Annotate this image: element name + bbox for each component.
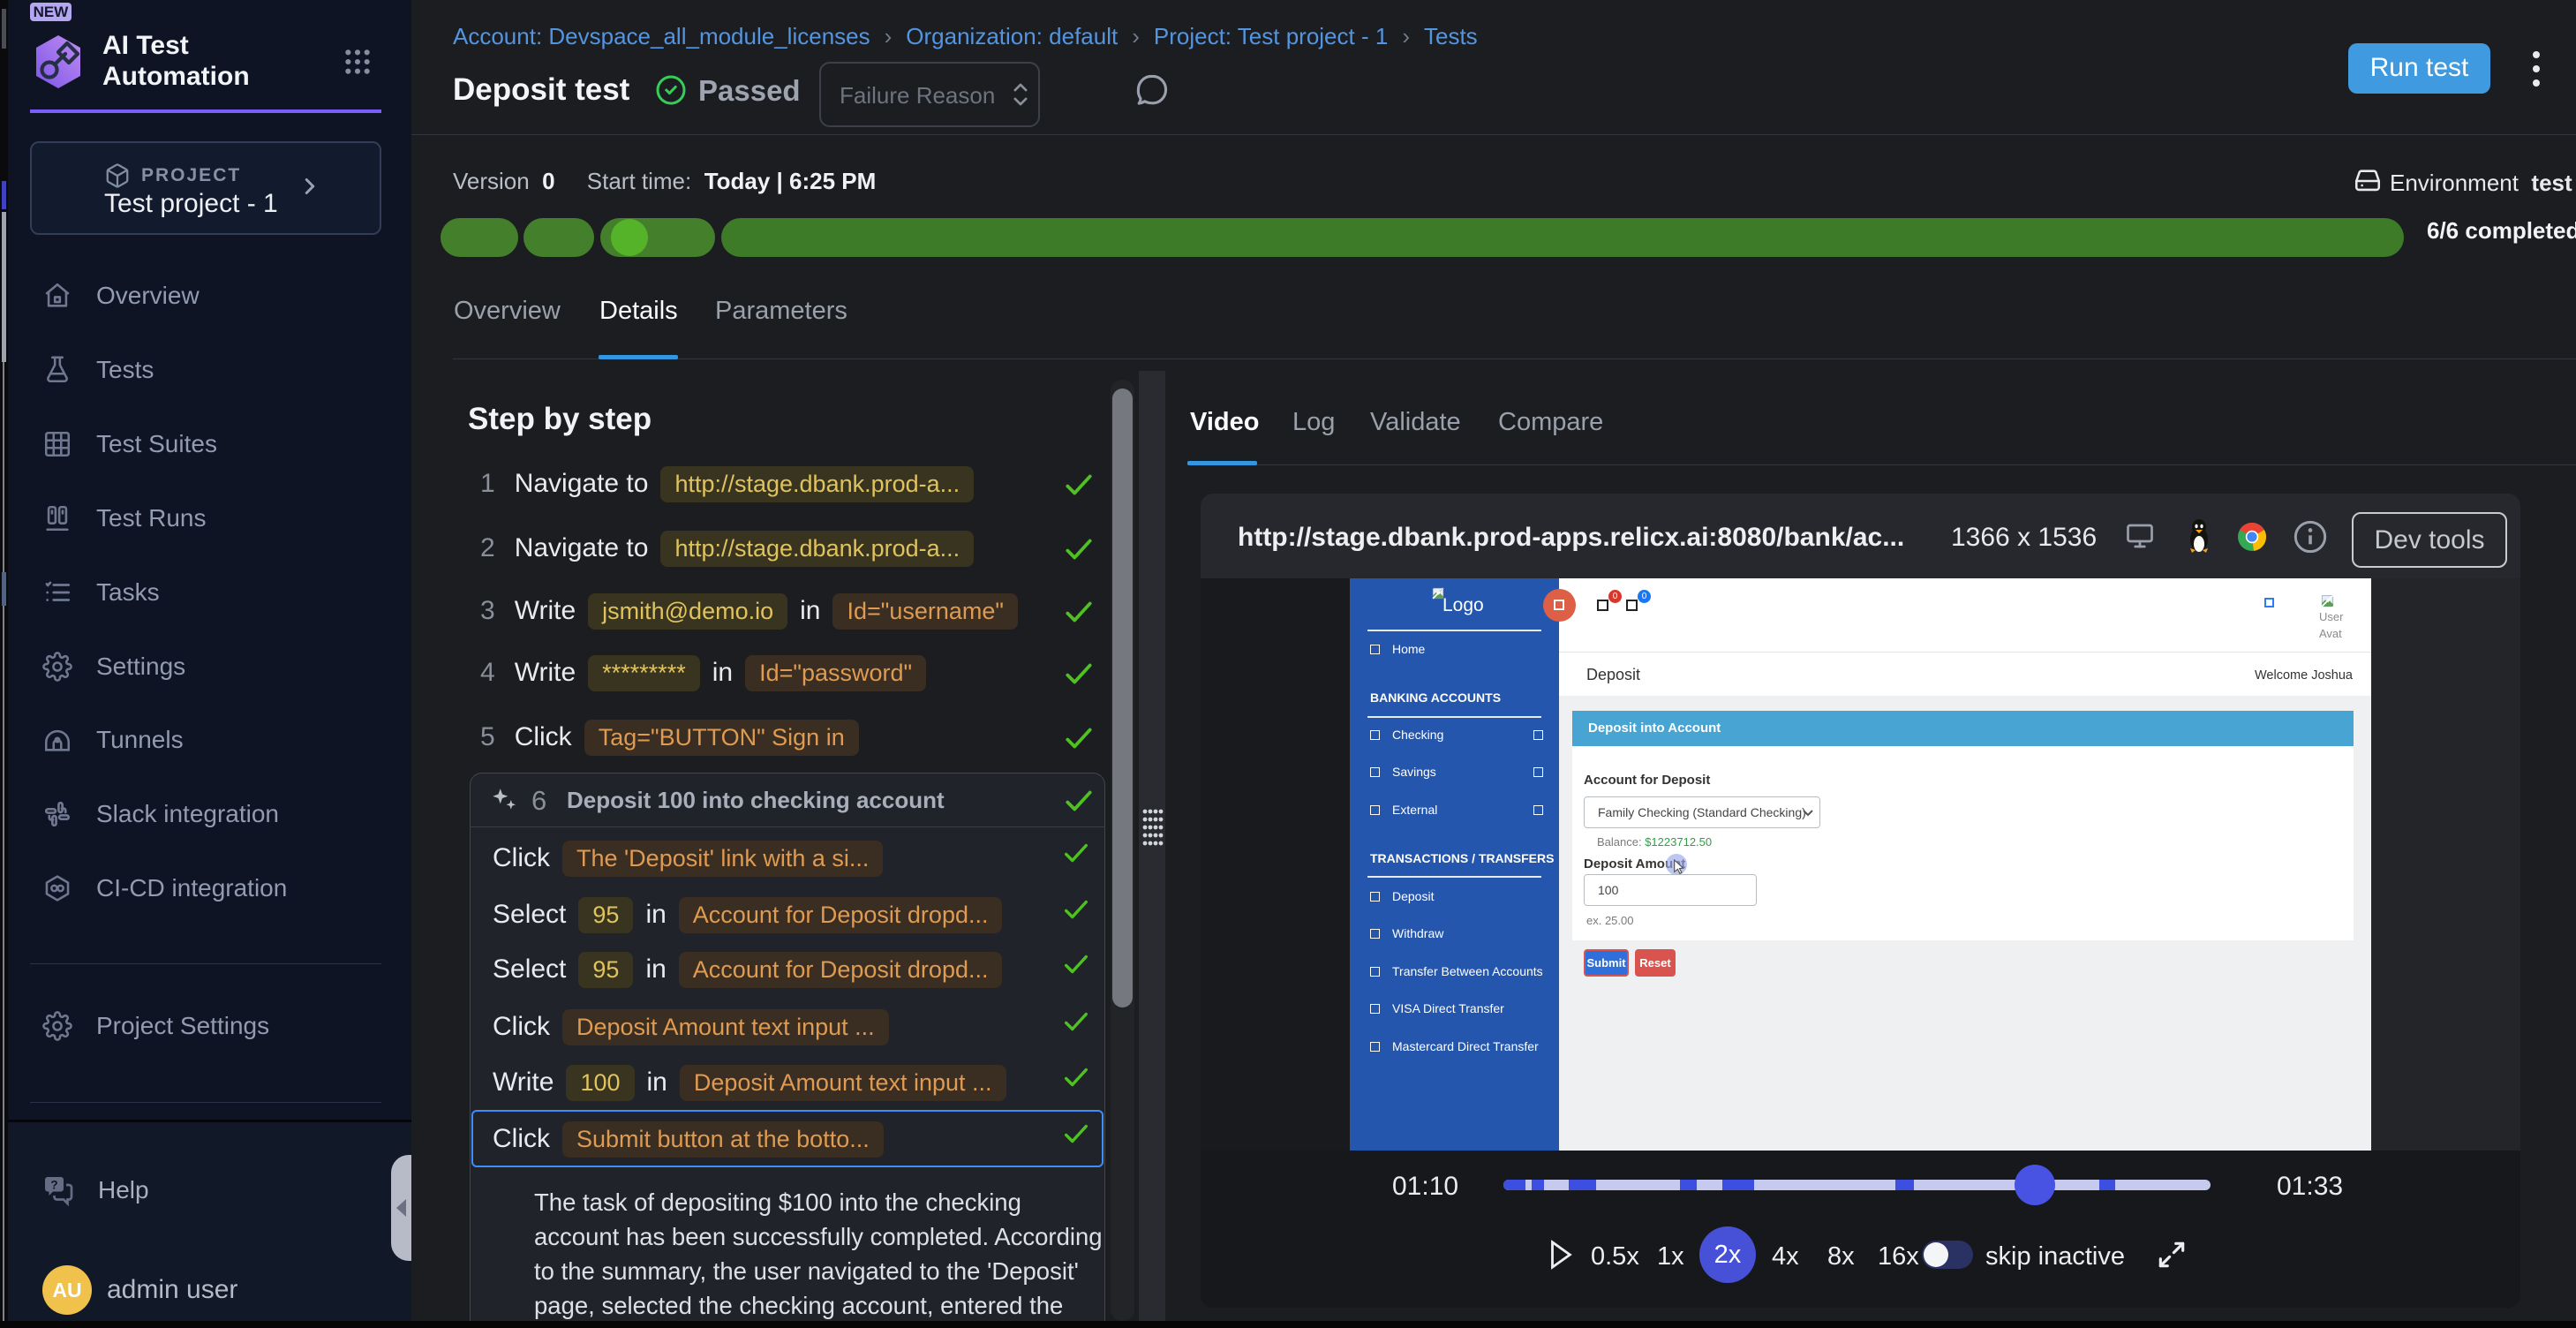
- svg-text:?: ?: [50, 1179, 57, 1192]
